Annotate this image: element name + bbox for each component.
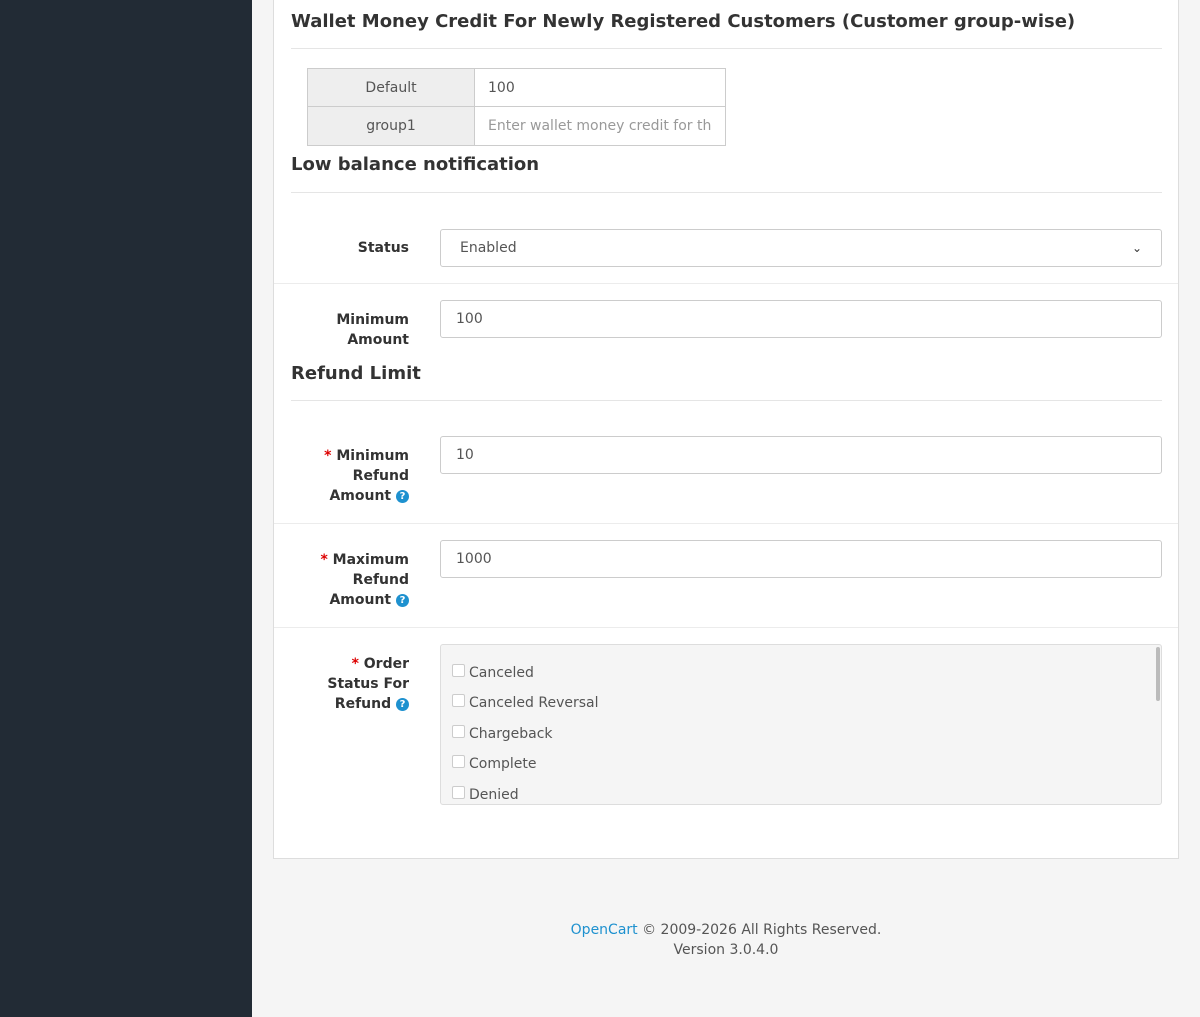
required-mark: * bbox=[320, 552, 328, 568]
opencart-link[interactable]: OpenCart bbox=[571, 922, 638, 938]
sidebar bbox=[0, 0, 252, 1017]
order-status-label: * Order Status For Refund ? bbox=[327, 656, 409, 712]
refund-limit-title: Refund Limit bbox=[291, 363, 421, 384]
settings-panel: Wallet Money Credit For Newly Registered… bbox=[273, 0, 1179, 859]
low-balance-title: Low balance notification bbox=[291, 154, 540, 175]
group-label: Default bbox=[307, 68, 475, 107]
version-text: Version 3.0.4.0 bbox=[673, 942, 779, 958]
question-circle-icon[interactable]: ? bbox=[396, 490, 409, 503]
group-label: group1 bbox=[307, 107, 475, 146]
table-row: group1 bbox=[307, 107, 727, 146]
row-divider bbox=[274, 283, 1178, 284]
row-divider bbox=[274, 627, 1178, 628]
group-credit-input-group1[interactable] bbox=[475, 107, 726, 146]
min-refund-input[interactable] bbox=[440, 436, 1162, 474]
table-row: Default bbox=[307, 68, 727, 107]
copyright-line: OpenCart © 2009-2026 All Rights Reserved… bbox=[570, 922, 882, 938]
list-item[interactable]: Denied bbox=[452, 786, 519, 803]
checkbox[interactable] bbox=[452, 664, 465, 677]
checkbox[interactable] bbox=[452, 786, 465, 799]
order-status-checkbox-list[interactable]: Canceled Canceled Reversal Chargeback Co… bbox=[440, 644, 1162, 805]
checkbox[interactable] bbox=[452, 694, 465, 707]
status-selected-value: Enabled bbox=[460, 240, 517, 256]
status-select[interactable]: Enabled ⌄ bbox=[440, 229, 1162, 267]
list-item[interactable]: Complete bbox=[452, 755, 536, 772]
required-mark: * bbox=[324, 448, 332, 464]
customer-group-table: Default group1 bbox=[307, 68, 727, 146]
question-circle-icon[interactable]: ? bbox=[396, 594, 409, 607]
min-amount-input[interactable] bbox=[440, 300, 1162, 338]
row-divider bbox=[274, 523, 1178, 524]
list-item[interactable]: Chargeback bbox=[452, 725, 553, 742]
min-amount-label: Minimum Amount bbox=[336, 312, 409, 348]
scrollbar[interactable] bbox=[1156, 647, 1160, 701]
list-item[interactable]: Canceled Reversal bbox=[452, 694, 599, 711]
chevron-down-icon: ⌄ bbox=[1131, 241, 1142, 255]
min-refund-label: * Minimum Refund Amount ? bbox=[324, 448, 409, 504]
divider bbox=[291, 48, 1162, 49]
checkbox[interactable] bbox=[452, 725, 465, 738]
max-refund-input[interactable] bbox=[440, 540, 1162, 578]
footer: OpenCart © 2009-2026 All Rights Reserved… bbox=[252, 920, 1200, 960]
question-circle-icon[interactable]: ? bbox=[396, 698, 409, 711]
max-refund-label: * Maximum Refund Amount ? bbox=[320, 552, 409, 608]
status-label: Status bbox=[357, 240, 409, 256]
checkbox[interactable] bbox=[452, 755, 465, 768]
group-credit-input-default[interactable] bbox=[475, 68, 726, 107]
required-mark: * bbox=[351, 656, 359, 672]
list-item[interactable]: Canceled bbox=[452, 664, 534, 681]
divider bbox=[291, 400, 1162, 401]
wallet-credit-title: Wallet Money Credit For Newly Registered… bbox=[291, 11, 1076, 32]
divider bbox=[291, 192, 1162, 193]
